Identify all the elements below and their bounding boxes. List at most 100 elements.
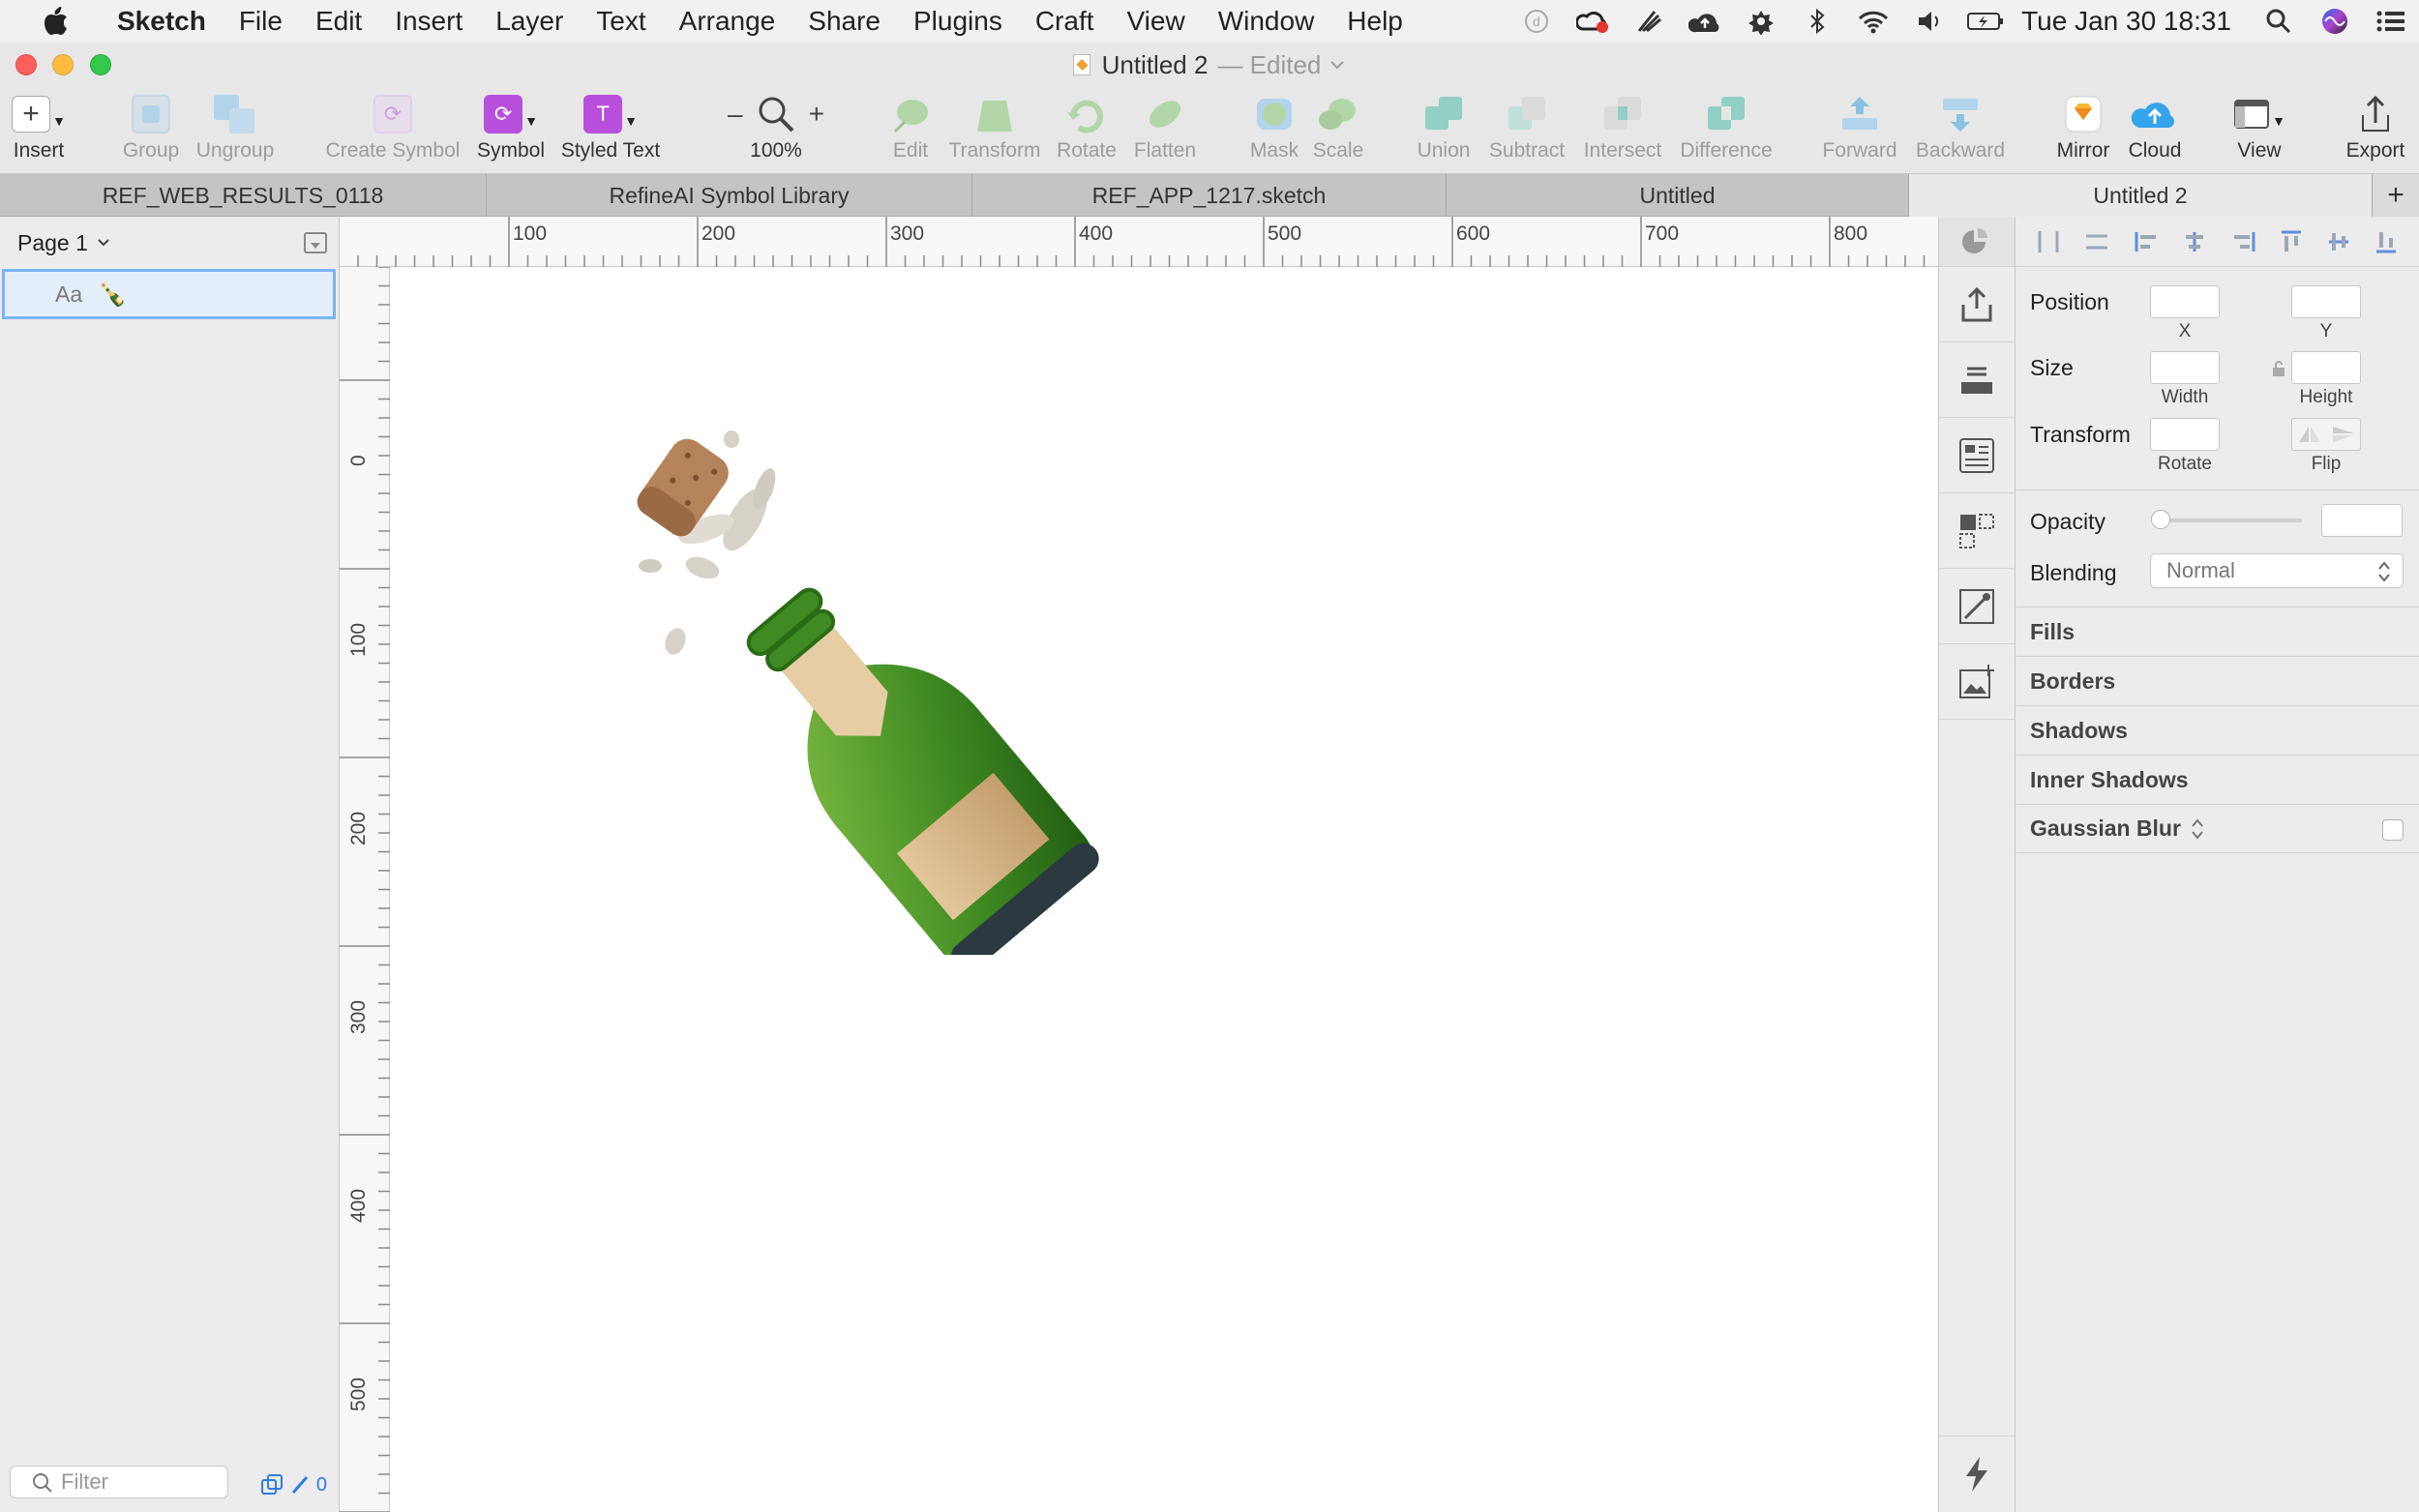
zoom-in-button[interactable]: + <box>809 99 824 130</box>
chevron-down-icon[interactable] <box>1329 59 1346 71</box>
volume-icon[interactable] <box>1901 0 1957 43</box>
flip-vertical-icon[interactable] <box>2331 425 2356 444</box>
menu-text[interactable]: Text <box>580 6 662 37</box>
share-export-button[interactable] <box>1939 267 2015 342</box>
menu-window[interactable]: Window <box>1202 6 1331 37</box>
styled-text-button[interactable]: T ▼ Styled Text <box>557 87 664 174</box>
spotlight-icon[interactable] <box>2251 0 2307 43</box>
align-right-icon[interactable] <box>2231 230 2256 253</box>
menu-clock[interactable]: Tue Jan 30 18:31 <box>2014 6 2251 37</box>
horizontal-ruler[interactable]: 100 200 300 400 500 600 700 800 <box>340 217 1938 267</box>
copy-layers-icon[interactable] <box>260 1473 284 1497</box>
edit-vector-button[interactable] <box>1939 569 2015 644</box>
zoom-control[interactable]: – + 100% <box>716 87 836 174</box>
menu-plugins[interactable]: Plugins <box>897 6 1019 37</box>
transform-button[interactable]: Transform <box>946 87 1043 174</box>
mask-button[interactable]: Mask <box>1248 87 1300 174</box>
layer-filter-input[interactable]: Filter <box>10 1466 228 1498</box>
difference-button[interactable]: Difference <box>1678 87 1775 174</box>
design-canvas[interactable] <box>391 268 1938 1512</box>
page-selector[interactable]: Page 1 <box>0 217 339 269</box>
add-image-button[interactable] <box>1939 644 2015 720</box>
fills-section[interactable]: Fills <box>2016 607 2419 656</box>
tab-ref-web-results[interactable]: REF_WEB_RESULTS_0118 <box>0 174 487 217</box>
tab-untitled[interactable]: Untitled <box>1447 174 1909 217</box>
tab-ref-app-sketch[interactable]: REF_APP_1217.sketch <box>972 174 1447 217</box>
union-button[interactable]: Union <box>1415 87 1473 174</box>
gaussian-blur-checkbox[interactable] <box>2382 819 2404 841</box>
champagne-bottle-emoji[interactable] <box>610 413 1151 955</box>
wifi-icon[interactable] <box>1845 0 1901 43</box>
stepper-arrows-icon[interactable] <box>2191 817 2204 841</box>
shadows-section[interactable]: Shadows <box>2016 705 2419 755</box>
inspector-toggle-button[interactable] <box>1939 217 2015 267</box>
align-left-icon[interactable] <box>2134 230 2159 253</box>
tab-refineai-symbol-library[interactable]: RefineAI Symbol Library <box>487 174 972 217</box>
export-button[interactable]: Export <box>2344 87 2407 174</box>
menu-arrange[interactable]: Arrange <box>663 6 792 37</box>
cloud-button[interactable]: Cloud <box>2125 87 2185 174</box>
menu-view[interactable]: View <box>1111 6 1202 37</box>
page-options-button[interactable] <box>304 232 327 253</box>
tab-untitled-2[interactable]: Untitled 2 <box>1909 174 2373 217</box>
insert-button[interactable]: + ▼ Insert <box>10 87 68 174</box>
zoom-out-button[interactable]: – <box>728 99 743 130</box>
rotate-field[interactable] <box>2150 418 2220 451</box>
gear-icon[interactable] <box>1733 0 1789 43</box>
distribute-vertical-icon[interactable] <box>2084 230 2109 253</box>
forward-button[interactable]: Forward <box>1819 87 1900 174</box>
position-x-field[interactable] <box>2150 285 2220 318</box>
rotate-button[interactable]: Rotate <box>1055 87 1119 174</box>
menu-share[interactable]: Share <box>791 6 897 37</box>
ungroup-button[interactable]: Ungroup <box>192 87 279 174</box>
wacom-icon[interactable] <box>1621 0 1677 43</box>
selection-layout-button[interactable] <box>1939 493 2015 569</box>
gaussian-blur-section[interactable]: Gaussian Blur <box>2016 804 2419 853</box>
creative-cloud-icon[interactable] <box>1565 0 1621 43</box>
create-symbol-button[interactable]: ⟳ Create Symbol <box>325 87 461 174</box>
close-window-button[interactable] <box>15 54 37 75</box>
battery-icon[interactable] <box>1957 0 2014 43</box>
symbol-button[interactable]: ⟳ ▼ Symbol <box>476 87 546 174</box>
menu-help[interactable]: Help <box>1330 6 1419 37</box>
align-bottom-icon[interactable] <box>2374 229 2398 254</box>
group-button[interactable]: Group <box>120 87 182 174</box>
width-field[interactable] <box>2150 351 2220 384</box>
opacity-slider-thumb[interactable] <box>2151 510 2170 529</box>
menu-insert[interactable]: Insert <box>378 6 479 37</box>
inner-shadows-section[interactable]: Inner Shadows <box>2016 755 2419 804</box>
notification-center-icon[interactable] <box>2363 0 2419 43</box>
menu-app-name[interactable]: Sketch <box>101 6 223 37</box>
window-title[interactable]: Untitled 2 <box>1102 50 1209 80</box>
zoom-window-button[interactable] <box>90 54 111 75</box>
layer-row-text[interactable]: Aa 🍾 <box>2 269 336 319</box>
view-button[interactable]: ▼ View <box>2227 87 2291 174</box>
dropbox-icon[interactable]: d <box>1508 0 1565 43</box>
text-list-button[interactable] <box>1939 418 2015 493</box>
edit-button[interactable]: Edit <box>884 87 937 174</box>
menu-layer[interactable]: Layer <box>479 6 580 37</box>
lock-icon[interactable] <box>2271 359 2286 378</box>
align-top-icon[interactable] <box>2280 229 2303 254</box>
subtract-button[interactable]: Subtract <box>1486 87 1568 174</box>
minimize-window-button[interactable] <box>52 54 74 75</box>
bluetooth-icon[interactable] <box>1789 0 1845 43</box>
borders-section[interactable]: Borders <box>2016 656 2419 705</box>
blending-select[interactable]: Normal <box>2150 553 2404 588</box>
flip-horizontal-icon[interactable] <box>2297 425 2322 444</box>
intersect-button[interactable]: Intersect <box>1579 87 1666 174</box>
mirror-button[interactable]: Mirror <box>2053 87 2113 174</box>
align-center-horizontal-icon[interactable] <box>2182 230 2207 253</box>
menu-file[interactable]: File <box>223 6 299 37</box>
distribute-horizontal-icon[interactable] <box>2037 229 2060 254</box>
add-tab-button[interactable]: + <box>2373 174 2419 217</box>
flip-buttons[interactable] <box>2291 418 2361 451</box>
vertical-ruler[interactable]: 0 100 200 300 400 500 <box>340 267 390 1512</box>
height-field[interactable] <box>2291 351 2361 384</box>
scale-button[interactable]: Scale <box>1310 87 1366 174</box>
align-middle-icon[interactable] <box>2327 229 2350 254</box>
opacity-slider-track[interactable] <box>2157 519 2302 522</box>
bolt-button[interactable] <box>1939 1436 2015 1511</box>
backward-button[interactable]: Backward <box>1914 87 2007 174</box>
position-y-field[interactable] <box>2291 285 2361 318</box>
